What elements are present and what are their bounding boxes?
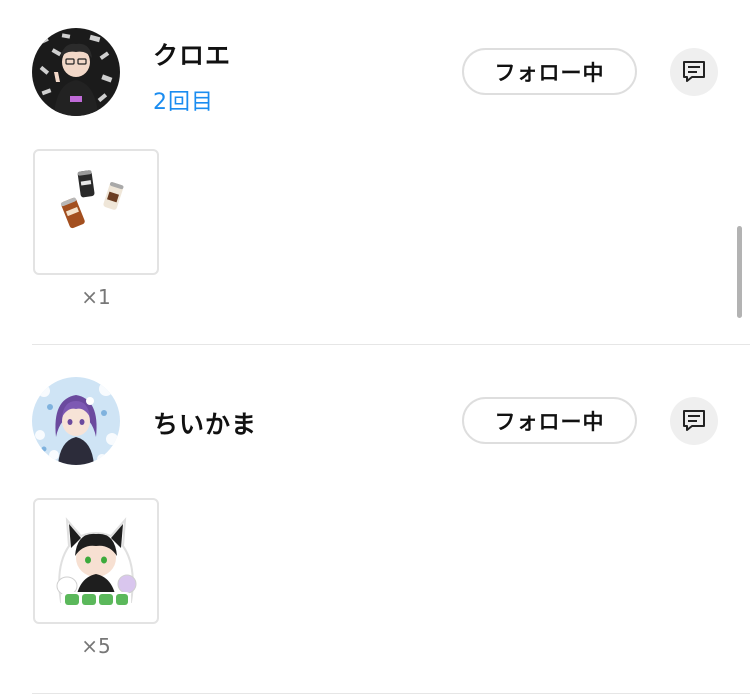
gift-quantity: ×1 — [81, 285, 111, 309]
visit-count: 2回目 — [153, 90, 214, 115]
gift-card[interactable] — [33, 149, 159, 275]
message-button[interactable] — [670, 397, 718, 445]
supporter-entry: クロエ 2回目 フォロー中 ×1 — [0, 0, 750, 349]
scrollbar[interactable] — [737, 226, 742, 318]
avatar-dark-character-icon — [32, 28, 120, 116]
following-button[interactable]: フォロー中 — [462, 397, 637, 444]
divider — [32, 693, 750, 694]
drink-cans-icon — [60, 170, 124, 229]
username[interactable]: クロエ — [153, 36, 231, 72]
divider — [32, 344, 750, 345]
message-icon — [683, 61, 705, 82]
username[interactable]: ちいかま — [153, 405, 257, 441]
gift-quantity: ×5 — [81, 634, 111, 658]
message-icon — [683, 410, 705, 431]
avatar[interactable] — [32, 28, 120, 116]
avatar[interactable] — [32, 377, 120, 465]
gift-card[interactable] — [33, 498, 159, 624]
message-button[interactable] — [670, 48, 718, 96]
following-button[interactable]: フォロー中 — [462, 48, 637, 95]
teete-sticker-icon — [56, 517, 137, 608]
avatar-purple-hair-character-icon — [32, 377, 120, 465]
supporter-entry: ちいかま フォロー中 ×5 — [0, 349, 750, 698]
